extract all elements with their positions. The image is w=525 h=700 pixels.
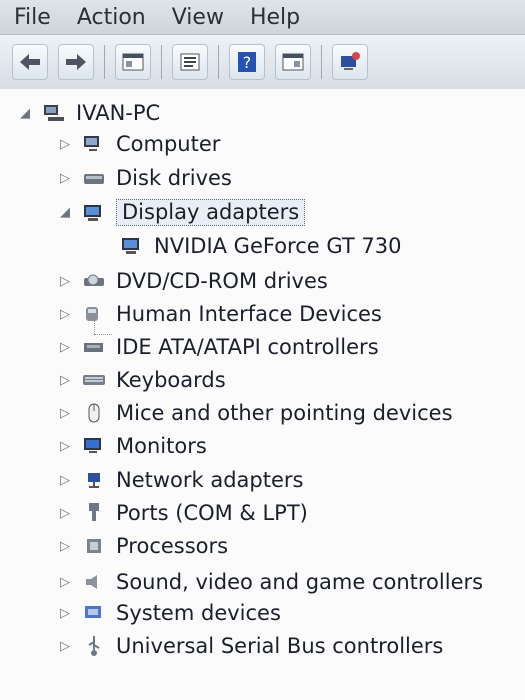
tree-item-usb-controllers[interactable]: ▷ Universal Serial Bus controllers xyxy=(58,634,443,658)
collapse-arrow-icon[interactable]: ◢ xyxy=(18,106,32,120)
svg-text:?: ? xyxy=(243,53,252,72)
expand-arrow-icon[interactable]: ▷ xyxy=(58,506,72,520)
tree-item-label: Universal Serial Bus controllers xyxy=(116,633,444,658)
back-button[interactable] xyxy=(12,44,48,80)
scan-hardware-icon xyxy=(341,52,360,70)
optical-drive-icon xyxy=(80,269,108,293)
tree-item-keyboards[interactable]: ▷ Keyboards xyxy=(58,368,226,392)
root-label: IVAN-PC xyxy=(76,100,161,125)
tree-item-ide-controllers[interactable]: ▷ IDE ATA/ATAPI controllers xyxy=(58,335,379,359)
system-device-icon xyxy=(80,601,108,625)
toolbar-separator xyxy=(104,45,105,79)
show-hide-tree-button[interactable] xyxy=(115,44,151,80)
tree-item-hid[interactable]: ▷ Human Interface Devices xyxy=(58,302,382,326)
tree-item-label: Monitors xyxy=(116,433,207,458)
tree-item-system-devices[interactable]: ▷ System devices xyxy=(58,601,281,625)
usb-icon xyxy=(80,634,108,658)
expand-arrow-icon[interactable]: ▷ xyxy=(58,274,72,288)
monitor-icon xyxy=(80,434,108,458)
forward-button[interactable] xyxy=(58,44,94,80)
expand-arrow-icon[interactable]: ▷ xyxy=(58,575,72,589)
help-button[interactable]: ? xyxy=(229,44,265,80)
tree-item-label: Computer xyxy=(116,131,221,156)
toolbar-separator xyxy=(161,45,162,79)
display-adapter-icon xyxy=(80,201,108,225)
display-adapter-icon xyxy=(118,234,146,258)
scan-hardware-button[interactable] xyxy=(332,44,368,80)
expand-arrow-icon[interactable]: ▷ xyxy=(58,439,72,453)
expand-arrow-icon[interactable]: ▷ xyxy=(58,606,72,620)
processor-icon xyxy=(80,534,108,558)
expand-arrow-icon[interactable]: ▷ xyxy=(58,406,72,420)
tree-pane-icon xyxy=(122,53,144,71)
properties-button[interactable] xyxy=(172,44,208,80)
hid-icon xyxy=(80,302,108,326)
device-tree: ◢ IVAN-PC ▷ Computer ▷ Disk drives ◢ Dis… xyxy=(0,89,525,700)
collapse-arrow-icon[interactable]: ◢ xyxy=(58,206,72,220)
tree-item-sound-video[interactable]: ▷ Sound, video and game controllers xyxy=(58,570,483,594)
menu-file[interactable]: File xyxy=(14,5,51,30)
tree-item-label: System devices xyxy=(116,600,281,625)
computer-icon xyxy=(40,101,68,125)
disk-drive-icon xyxy=(80,166,108,190)
tree-item-label: Sound, video and game controllers xyxy=(116,569,484,594)
action-pane-button[interactable] xyxy=(275,44,311,80)
expand-arrow-icon[interactable]: ▷ xyxy=(58,307,72,321)
tree-item-label: Ports (COM & LPT) xyxy=(116,500,308,525)
tree-root[interactable]: ◢ IVAN-PC xyxy=(18,101,160,125)
tree-item-label: Human Interface Devices xyxy=(116,301,382,326)
action-pane-icon xyxy=(282,53,304,71)
expand-arrow-icon[interactable]: ▷ xyxy=(58,539,72,553)
toolbar: ? xyxy=(0,35,525,90)
network-adapter-icon xyxy=(80,468,108,492)
expand-arrow-icon[interactable]: ▷ xyxy=(58,340,72,354)
port-icon xyxy=(80,501,108,525)
tree-item-label: NVIDIA GeForce GT 730 xyxy=(154,233,402,258)
tree-item-label: Processors xyxy=(116,533,229,558)
speaker-icon xyxy=(80,570,108,594)
tree-item-display-adapters[interactable]: ◢ Display adapters xyxy=(58,199,306,226)
tree-item-label: Network adapters xyxy=(116,467,304,492)
mouse-icon xyxy=(80,401,108,425)
tree-item-computer[interactable]: ▷ Computer xyxy=(58,132,220,156)
menu-help[interactable]: Help xyxy=(250,5,300,30)
tree-item-label: Disk drives xyxy=(116,165,232,190)
toolbar-separator xyxy=(218,45,219,79)
tree-item-dvd-drives[interactable]: ▷ DVD/CD-ROM drives xyxy=(58,269,328,293)
forward-arrow-icon xyxy=(66,54,86,70)
tree-item-label: DVD/CD-ROM drives xyxy=(116,268,328,293)
tree-item-nvidia-geforce[interactable]: NVIDIA GeForce GT 730 xyxy=(118,234,401,258)
tree-item-label-selected: Display adapters xyxy=(116,199,306,226)
tree-item-monitors[interactable]: ▷ Monitors xyxy=(58,434,207,458)
help-icon: ? xyxy=(238,52,256,72)
menu-view[interactable]: View xyxy=(172,5,224,30)
expand-arrow-icon[interactable]: ▷ xyxy=(58,137,72,151)
expand-arrow-icon[interactable]: ▷ xyxy=(58,473,72,487)
tree-item-ports[interactable]: ▷ Ports (COM & LPT) xyxy=(58,501,308,525)
ide-controller-icon xyxy=(80,335,108,359)
tree-item-label: Mice and other pointing devices xyxy=(116,400,453,425)
tree-item-network-adapters[interactable]: ▷ Network adapters xyxy=(58,468,303,492)
keyboard-icon xyxy=(80,368,108,392)
toolbar-separator xyxy=(321,45,322,79)
tree-item-mice[interactable]: ▷ Mice and other pointing devices xyxy=(58,401,453,425)
menu-bar: File Action View Help xyxy=(0,0,525,35)
properties-icon xyxy=(180,53,200,71)
computer-icon xyxy=(80,132,108,156)
tree-item-label: IDE ATA/ATAPI controllers xyxy=(116,334,379,359)
tree-item-disk-drives[interactable]: ▷ Disk drives xyxy=(58,166,232,190)
menu-action[interactable]: Action xyxy=(77,5,146,30)
expand-arrow-icon[interactable]: ▷ xyxy=(58,639,72,653)
tree-item-label: Keyboards xyxy=(116,367,226,392)
expand-arrow-icon[interactable]: ▷ xyxy=(58,171,72,185)
back-arrow-icon xyxy=(20,54,40,70)
expand-arrow-icon[interactable]: ▷ xyxy=(58,373,72,387)
tree-item-processors[interactable]: ▷ Processors xyxy=(58,534,228,558)
